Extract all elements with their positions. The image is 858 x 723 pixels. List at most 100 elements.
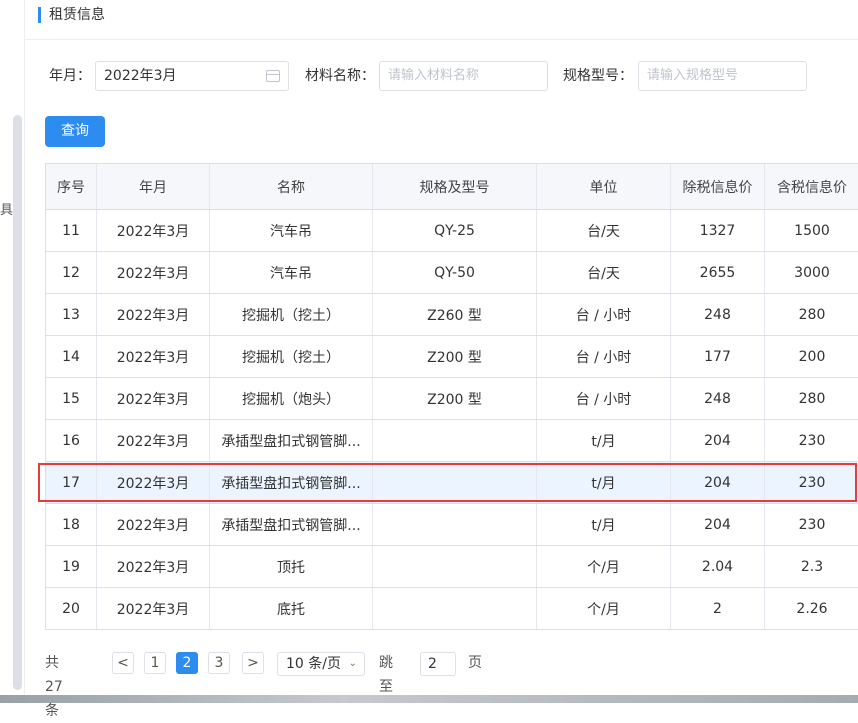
- cell-month: 2022年3月: [97, 504, 210, 545]
- rental-price-table: 序号 年月 名称 规格及型号 单位 除税信息价 含税信息价 11 2022年3月 汽车吊 QY-2…: [45, 163, 858, 630]
- table-row[interactable]: 16 2022年3月 承插型盘扣式钢管脚... t/月 204 230: [46, 420, 858, 462]
- cell-price-ex-tax: 1327: [671, 210, 765, 251]
- cell-unit: 台 / 小时: [537, 378, 671, 419]
- table-row[interactable]: 19 2022年3月 顶托 个/月 2.04 2.3: [46, 546, 858, 588]
- cell-month: 2022年3月: [97, 378, 210, 419]
- material-name-input[interactable]: 请输入材料名称: [379, 61, 548, 91]
- cell-unit: 台/天: [537, 252, 671, 293]
- page-3-button[interactable]: 3: [208, 652, 230, 674]
- cell-price-inc-tax: 280: [798, 390, 826, 407]
- cell-spec: [373, 546, 537, 587]
- cell-unit: t/月: [537, 462, 671, 503]
- month-value: 2022年3月: [104, 68, 177, 84]
- cell-month: 2022年3月: [97, 294, 210, 335]
- jump-page-input[interactable]: 2: [420, 652, 456, 676]
- cell-month: 2022年3月: [97, 252, 210, 293]
- cell-price-inc-tax: 230: [798, 474, 826, 491]
- left-scrollbar[interactable]: [13, 115, 22, 690]
- table-row[interactable]: 20 2022年3月 底托 个/月 2 2.26: [46, 588, 858, 630]
- page-size-select[interactable]: 10 条/页 ⌄: [277, 652, 365, 676]
- cell-price-inc-tax: 200: [798, 348, 826, 365]
- cell-name: 汽车吊: [210, 252, 373, 293]
- cell-name: 汽车吊: [210, 210, 373, 251]
- cell-seq: 13: [46, 294, 97, 335]
- page-size-value: 10 条/页: [286, 656, 341, 672]
- cell-price-ex-tax: 204: [671, 504, 765, 545]
- cell-spec: QY-25: [373, 210, 537, 251]
- material-label: 材料名称：: [305, 68, 375, 84]
- cell-price-ex-tax: 177: [671, 336, 765, 377]
- table-header-row: 序号 年月 名称 规格及型号 单位 除税信息价 含税信息价: [46, 164, 858, 210]
- cell-spec: QY-50: [373, 252, 537, 293]
- table-row[interactable]: 17 2022年3月 承插型盘扣式钢管脚... t/月 204 230: [46, 462, 858, 504]
- cell-price-inc-tax: 1500: [794, 222, 830, 239]
- cell-price-inc-tax: 230: [798, 516, 826, 533]
- cell-name: 底托: [210, 588, 373, 629]
- cell-unit: 台 / 小时: [537, 294, 671, 335]
- cell-month: 2022年3月: [97, 546, 210, 587]
- table-row[interactable]: 11 2022年3月 汽车吊 QY-25 台/天 1327 1500: [46, 210, 858, 252]
- cell-seq: 17: [46, 462, 97, 503]
- cell-unit: 个/月: [537, 588, 671, 629]
- month-label: 年月：: [49, 68, 91, 84]
- calendar-icon: [266, 70, 280, 82]
- table-row[interactable]: 12 2022年3月 汽车吊 QY-50 台/天 2655 3000: [46, 252, 858, 294]
- prev-page-button[interactable]: <: [112, 652, 134, 674]
- page-2-button[interactable]: 2: [176, 652, 198, 674]
- spec-label: 规格型号：: [563, 68, 633, 84]
- total-count: 共 27 条: [45, 655, 63, 719]
- cell-seq: 15: [46, 378, 97, 419]
- cell-name: 承插型盘扣式钢管脚...: [210, 504, 373, 545]
- cell-price-ex-tax: 2655: [671, 252, 765, 293]
- spec-input[interactable]: 请输入规格型号: [638, 61, 807, 91]
- cell-price-inc-tax: 280: [798, 306, 826, 323]
- table-row[interactable]: 13 2022年3月 挖掘机（挖土） Z260 型台 / 小时 248 280: [46, 294, 858, 336]
- jump-label: 跳至: [379, 655, 393, 695]
- cell-name: 承插型盘扣式钢管脚...: [210, 462, 373, 503]
- cell-price-ex-tax: 2.04: [671, 546, 765, 587]
- header-month: 年月: [97, 164, 210, 209]
- cell-spec: Z260 型: [373, 294, 537, 335]
- cell-spec: [373, 420, 537, 461]
- cell-unit: 个/月: [537, 546, 671, 587]
- cell-name: 承插型盘扣式钢管脚...: [210, 420, 373, 461]
- cell-price-inc-tax: 2.3: [800, 558, 824, 575]
- cell-month: 2022年3月: [97, 210, 210, 251]
- cell-month: 2022年3月: [97, 588, 210, 629]
- cell-price-ex-tax: 2: [671, 588, 765, 629]
- query-button[interactable]: 查询: [45, 116, 105, 147]
- month-picker[interactable]: 2022年3月: [95, 61, 289, 91]
- cell-spec: [373, 462, 537, 503]
- cell-name: 顶托: [210, 546, 373, 587]
- cell-spec: [373, 504, 537, 545]
- cell-price-inc-tax: 2.26: [796, 600, 828, 617]
- cell-price-ex-tax: 248: [671, 294, 765, 335]
- page-1-button[interactable]: 1: [144, 652, 166, 674]
- chevron-down-icon: ⌄: [348, 658, 357, 669]
- header-price-inc-tax: 含税信息价: [777, 179, 847, 196]
- cell-unit: t/月: [537, 504, 671, 545]
- table-row[interactable]: 15 2022年3月 挖掘机（炮头） Z200 型台 / 小时 248 280: [46, 378, 858, 420]
- cell-name: 挖掘机（挖土）: [210, 294, 373, 335]
- cell-month: 2022年3月: [97, 336, 210, 377]
- cell-seq: 20: [46, 588, 97, 629]
- table-row[interactable]: 14 2022年3月 挖掘机（挖土） Z200 型台 / 小时 177 200: [46, 336, 858, 378]
- title-divider: [24, 39, 858, 40]
- page-suffix: 页: [468, 655, 482, 671]
- cell-price-inc-tax: 230: [798, 432, 826, 449]
- header-spec: 规格及型号: [373, 164, 537, 209]
- table-row[interactable]: 18 2022年3月 承插型盘扣式钢管脚... t/月 204 230: [46, 504, 858, 546]
- cell-price-ex-tax: 204: [671, 420, 765, 461]
- header-price-ex-tax: 除税信息价: [671, 164, 765, 209]
- cell-name: 挖掘机（炮头）: [210, 378, 373, 419]
- cell-seq: 14: [46, 336, 97, 377]
- cell-price-ex-tax: 204: [671, 462, 765, 503]
- cell-name: 挖掘机（挖土）: [210, 336, 373, 377]
- header-name: 名称: [210, 164, 373, 209]
- cell-seq: 11: [46, 210, 97, 251]
- next-page-button[interactable]: >: [242, 652, 264, 674]
- cell-seq: 19: [46, 546, 97, 587]
- header-seq: 序号: [46, 164, 97, 209]
- cell-spec: Z200 型: [373, 336, 537, 377]
- bottom-edge: [0, 695, 858, 703]
